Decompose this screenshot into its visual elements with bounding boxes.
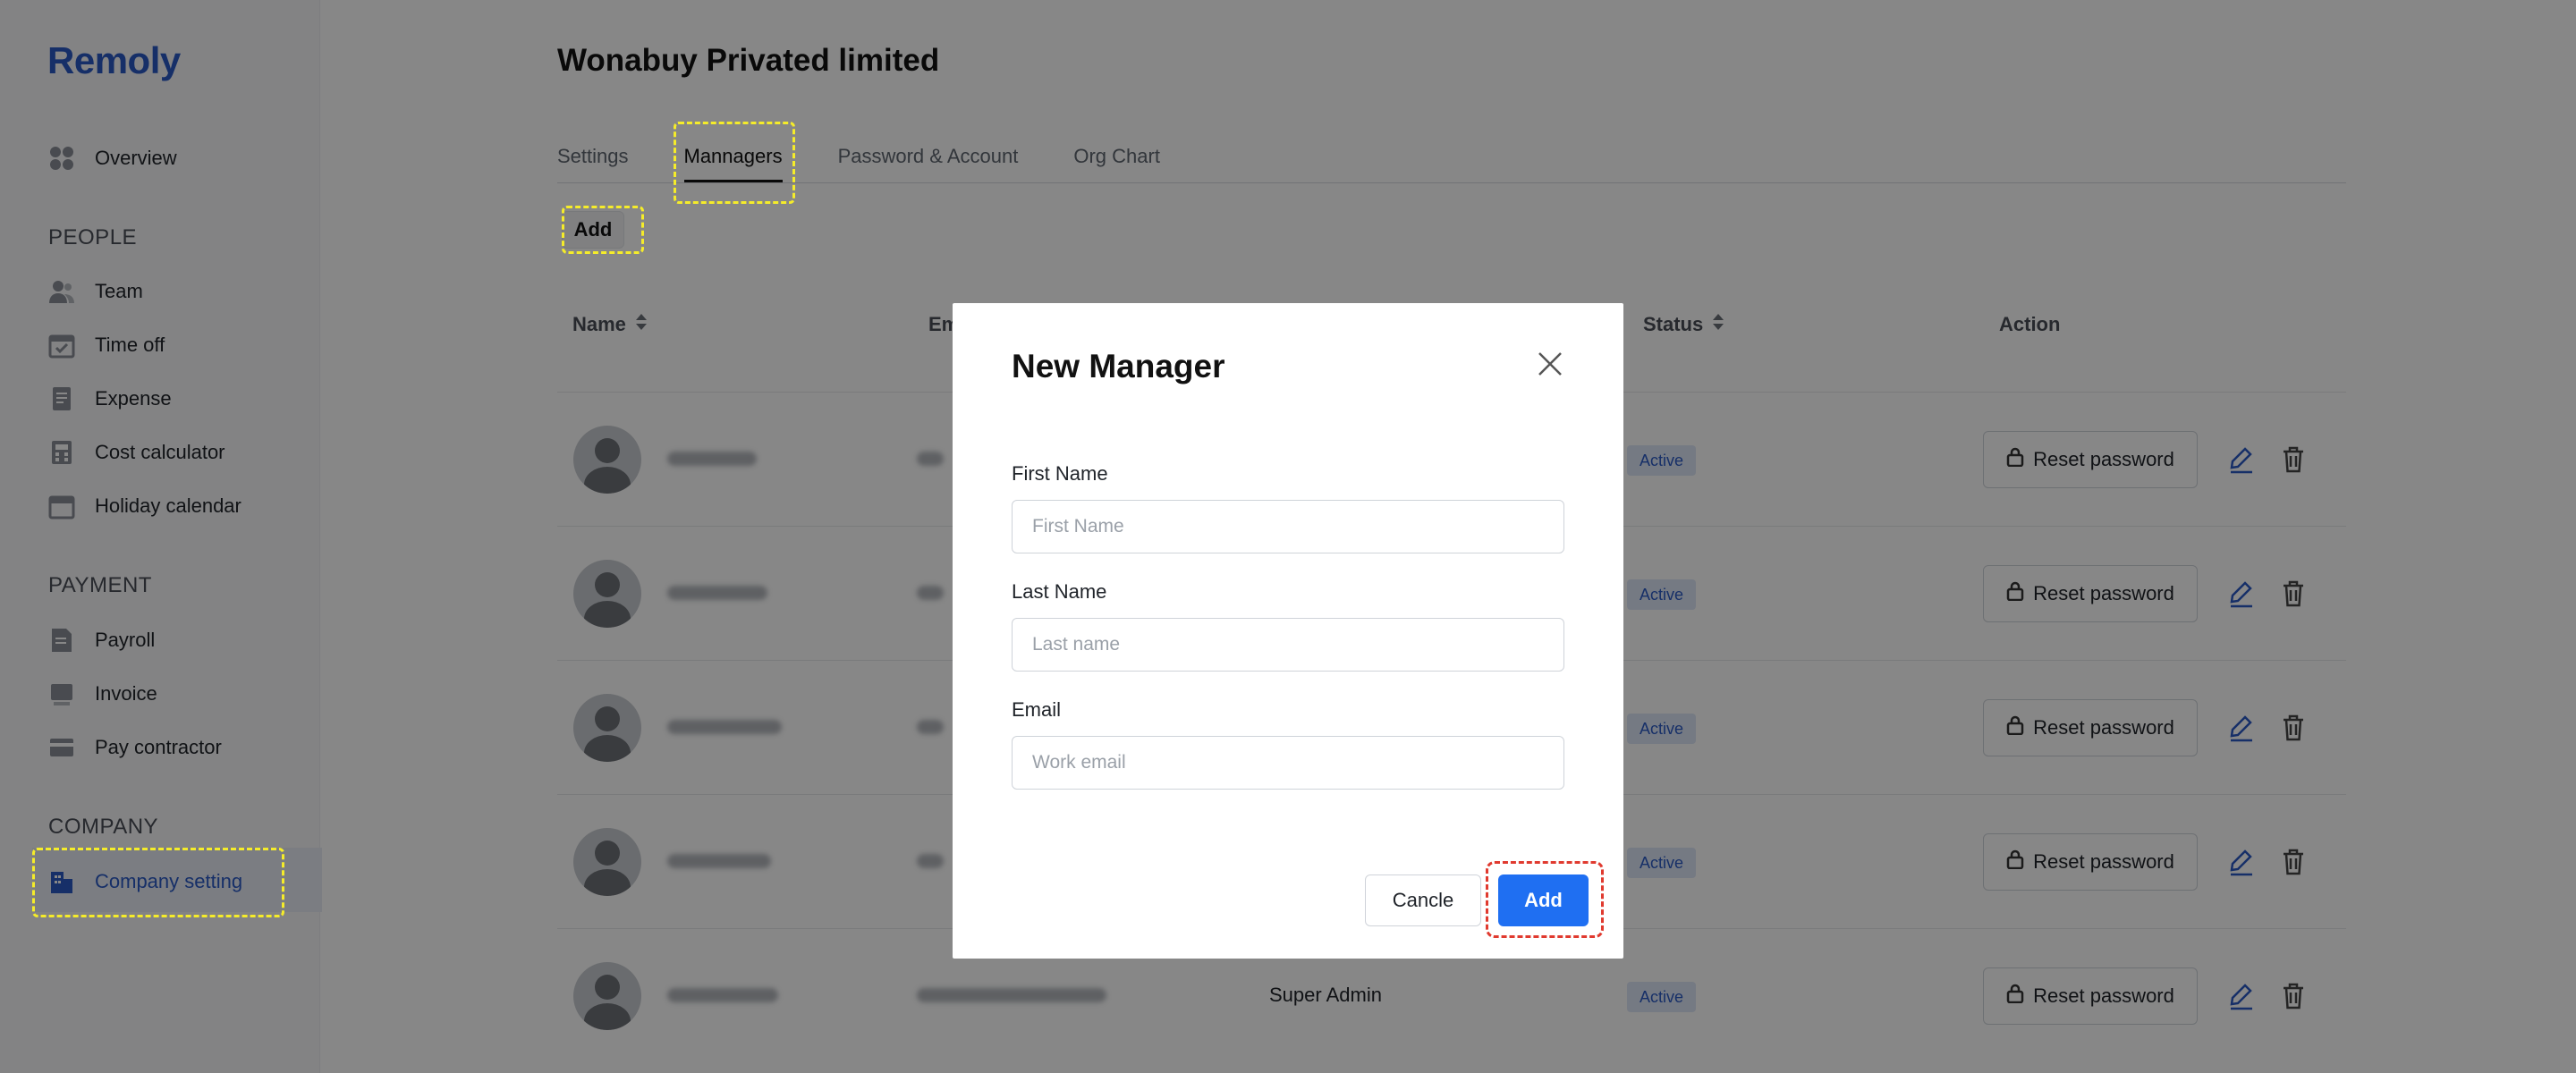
last-name-label: Last Name: [1012, 580, 1107, 603]
modal-title: New Manager: [1012, 348, 1225, 384]
last-name-input[interactable]: [1012, 618, 1564, 672]
email-label: Email: [1012, 698, 1062, 721]
email-input[interactable]: [1012, 736, 1564, 790]
first-name-input[interactable]: [1012, 500, 1564, 553]
new-manager-modal: New Manager First Name Last Name Email C…: [953, 303, 1623, 959]
close-icon[interactable]: [1536, 350, 1564, 378]
cancel-button[interactable]: Cancle: [1365, 874, 1481, 926]
first-name-label: First Name: [1012, 462, 1108, 485]
submit-add-button[interactable]: Add: [1498, 874, 1589, 926]
